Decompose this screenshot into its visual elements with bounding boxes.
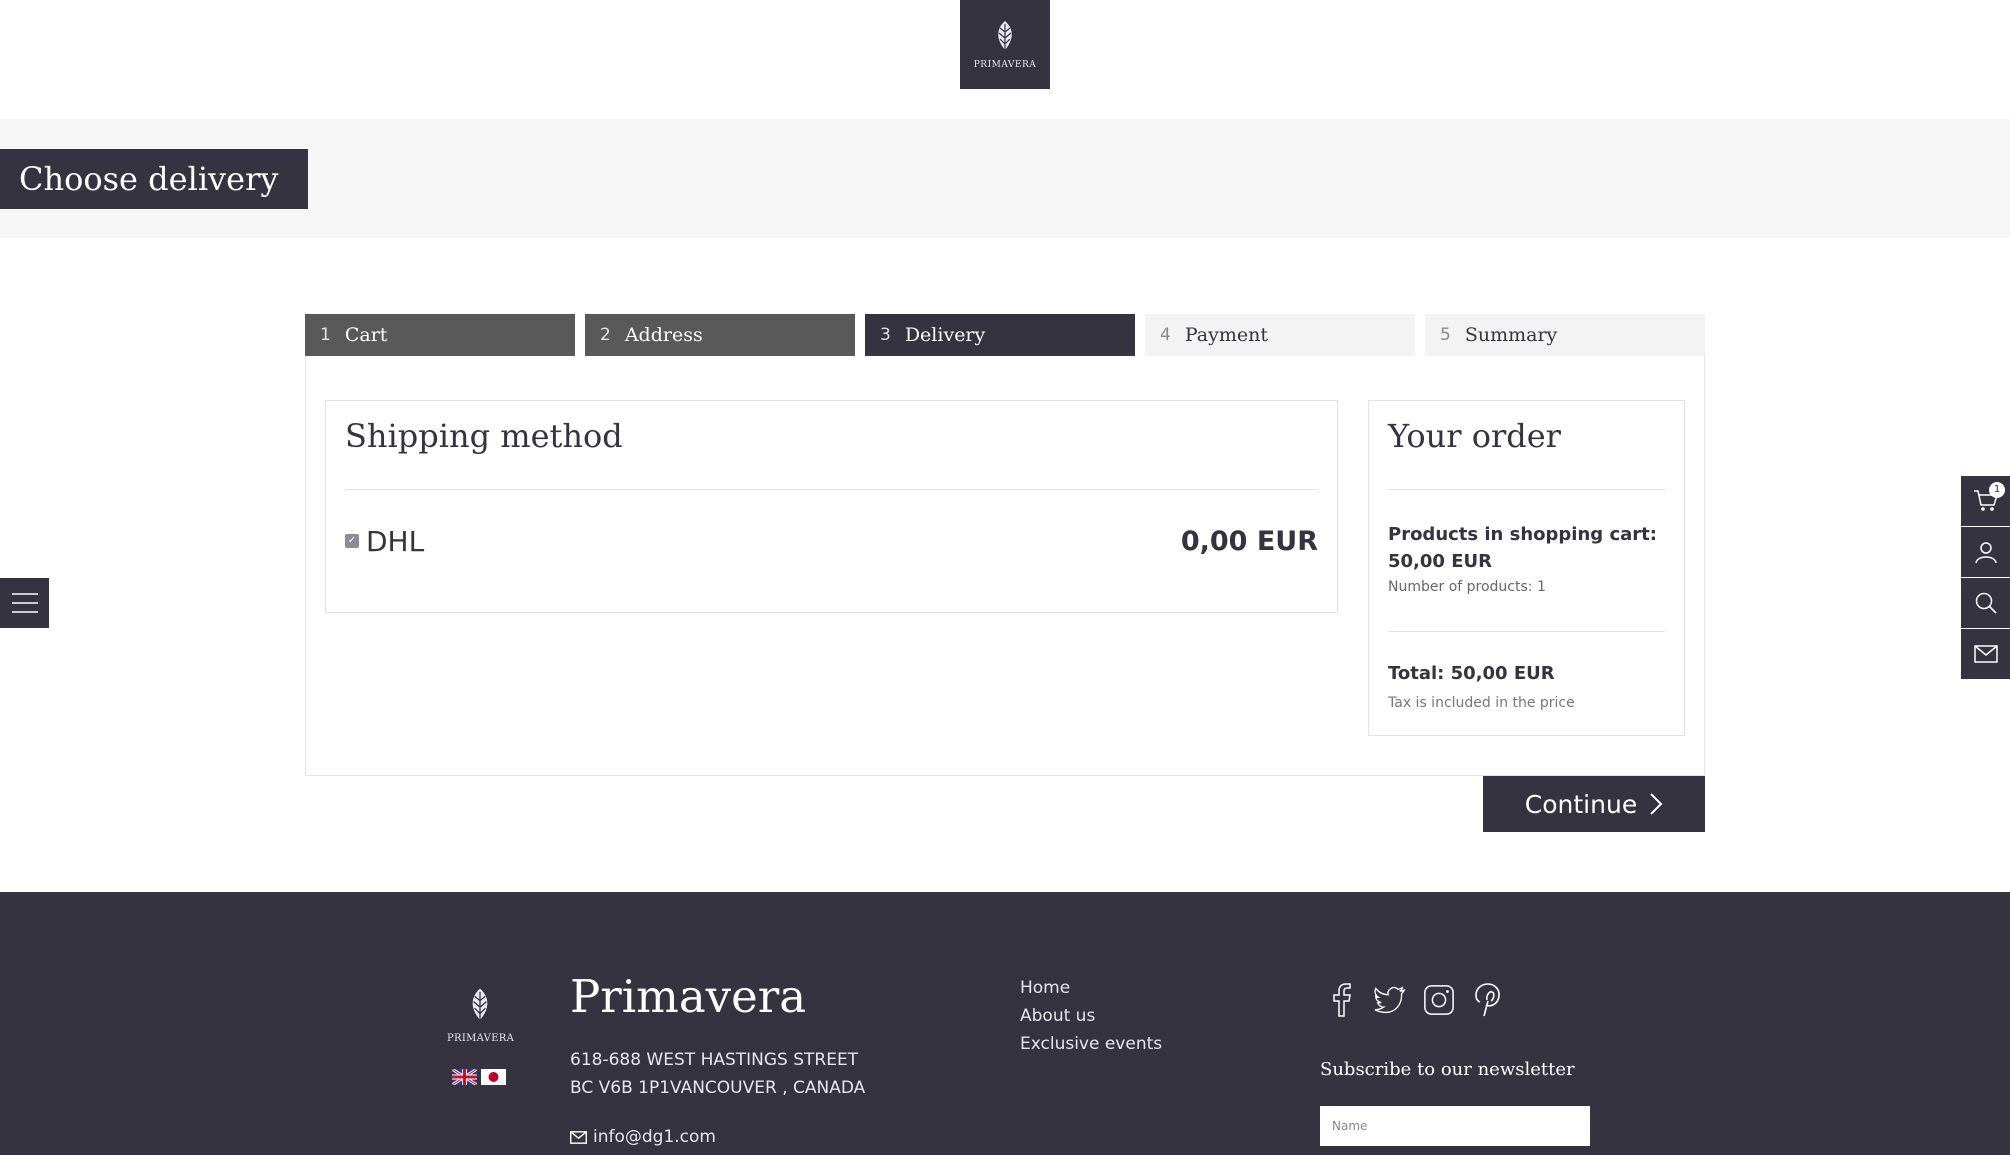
step-number: 2 [600, 325, 611, 345]
newsletter-title: Subscribe to our newsletter [1320, 1059, 1575, 1080]
checkout-steps: 1 Cart 2 Address 3 Delivery 4 Payment 5 … [305, 314, 1705, 356]
leaf-logo-icon [472, 988, 488, 1021]
twitter-icon [1374, 986, 1406, 1014]
address-line-1: 618-688 WEST HASTINGS STREET [570, 1050, 859, 1070]
products-total: Products in shopping cart: 50,00 EUR [1388, 524, 1657, 572]
divider [1388, 489, 1665, 490]
footer-link-events[interactable]: Exclusive events [1020, 1030, 1162, 1058]
footer-email[interactable]: info@dg1.com [570, 1127, 716, 1147]
footer-brand: Primavera [570, 970, 807, 1023]
divider [345, 489, 1318, 490]
email-text: info@dg1.com [593, 1127, 716, 1147]
order-total: Total: 50,00 EUR [1388, 663, 1555, 684]
footer-logo-text: PRIMAVERA [447, 1033, 515, 1044]
shipping-option-label[interactable]: ✓ DHL [345, 525, 424, 558]
shipping-checkbox[interactable]: ✓ [345, 534, 359, 548]
pinterest-icon [1475, 983, 1500, 1017]
shipping-option-name: DHL [366, 524, 425, 558]
divider [1388, 631, 1665, 632]
order-title: Your order [1388, 417, 1561, 455]
hamburger-icon [11, 593, 38, 613]
page-title: Choose delivery [0, 149, 309, 209]
site-logo[interactable]: PRIMAVERA [960, 0, 1050, 89]
menu-button[interactable] [0, 578, 49, 628]
newsletter-name-input[interactable] [1320, 1106, 1590, 1146]
continue-button[interactable]: Continue [1483, 776, 1705, 832]
address-line-2: BC V6B 1P1VANCOUVER , CANADA [570, 1078, 866, 1098]
footer-logo[interactable]: PRIMAVERA [447, 987, 515, 1044]
footer-link-home[interactable]: Home [1020, 974, 1162, 1002]
instagram-icon [1424, 985, 1454, 1015]
shipping-option-row[interactable]: ✓ DHL 0,00 EUR [345, 523, 1318, 559]
language-switcher [452, 1069, 506, 1085]
step-cart[interactable]: 1 Cart [305, 314, 575, 356]
right-toolbar: 1 [1961, 476, 2010, 680]
continue-label: Continue [1524, 789, 1638, 819]
facebook-icon [1333, 983, 1351, 1017]
step-label: Payment [1184, 324, 1268, 346]
step-label: Summary [1464, 324, 1558, 346]
footer-link-about[interactable]: About us [1020, 1002, 1162, 1030]
cart-count-badge: 1 [1989, 482, 2005, 498]
step-address[interactable]: 2 Address [585, 314, 855, 356]
shipping-method-panel: Shipping method ✓ DHL 0,00 EUR [325, 400, 1338, 613]
step-delivery[interactable]: 3 Delivery [865, 314, 1135, 356]
facebook-link[interactable] [1325, 982, 1357, 1018]
footer-links: Home About us Exclusive events [1020, 974, 1162, 1058]
step-number: 5 [1440, 325, 1451, 345]
step-number: 1 [320, 325, 331, 345]
user-icon [1974, 542, 1997, 564]
leaf-logo-icon [998, 20, 1012, 50]
step-summary: 5 Summary [1425, 314, 1705, 356]
footer: PRIMAVERA Primavera 618-688 WEST HASTING… [0, 892, 2010, 1155]
instagram-link[interactable] [1423, 982, 1455, 1018]
social-links [1325, 982, 1504, 1018]
step-label: Delivery [904, 324, 986, 346]
cart-tool-button[interactable]: 1 [1961, 476, 2010, 526]
pinterest-link[interactable] [1472, 982, 1504, 1018]
step-label: Cart [344, 324, 388, 346]
step-payment: 4 Payment [1145, 314, 1415, 356]
logo-text: PRIMAVERA [973, 59, 1037, 70]
envelope-icon [570, 1130, 587, 1144]
tax-note: Tax is included in the price [1388, 695, 1575, 711]
search-tool-button[interactable] [1961, 578, 2010, 628]
twitter-link[interactable] [1374, 982, 1406, 1018]
step-number: 4 [1160, 325, 1171, 345]
header: PRIMAVERA [0, 0, 2010, 118]
step-label: Address [624, 324, 703, 346]
search-icon [1975, 592, 1997, 614]
envelope-icon [1973, 645, 1998, 663]
uk-flag-icon[interactable] [452, 1069, 477, 1085]
shipping-option-price: 0,00 EUR [1180, 525, 1318, 557]
order-summary-panel: Your order Products in shopping cart: 50… [1368, 400, 1685, 736]
account-tool-button[interactable] [1961, 527, 2010, 577]
step-number: 3 [880, 325, 891, 345]
japan-flag-icon[interactable] [481, 1069, 506, 1085]
product-count: Number of products: 1 [1388, 579, 1546, 595]
shipping-title: Shipping method [345, 417, 623, 455]
mail-tool-button[interactable] [1961, 629, 2010, 679]
chevron-right-icon [1650, 793, 1663, 815]
